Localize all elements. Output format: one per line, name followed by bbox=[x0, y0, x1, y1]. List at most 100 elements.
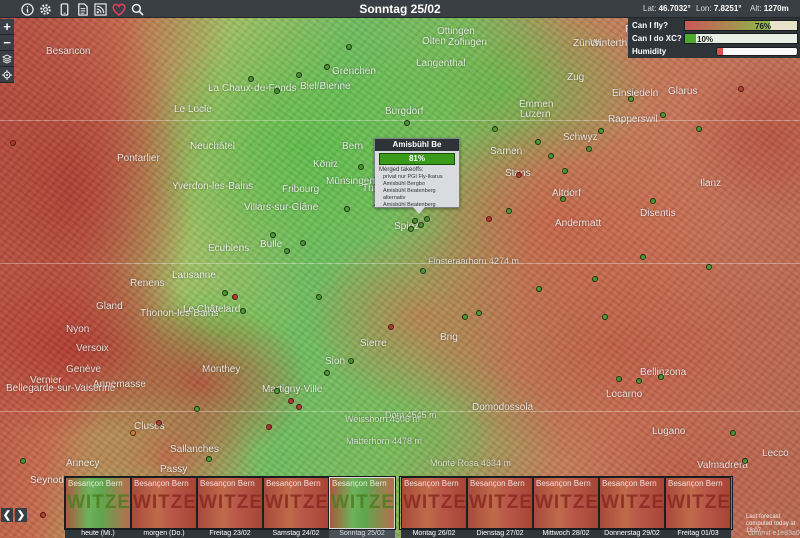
takeoff-site-marker[interactable] bbox=[324, 64, 330, 70]
thumbnail-watermark: WITZE bbox=[666, 492, 731, 513]
takeoff-site-marker[interactable] bbox=[562, 168, 568, 174]
zoom-in-button[interactable]: + bbox=[0, 19, 14, 35]
rss-feed-icon[interactable] bbox=[93, 2, 107, 16]
takeoff-site-marker[interactable] bbox=[324, 370, 330, 376]
takeoff-site-marker[interactable] bbox=[636, 378, 642, 384]
takeoff-site-marker[interactable] bbox=[284, 248, 290, 254]
takeoff-site-marker[interactable] bbox=[20, 458, 26, 464]
takeoff-site-marker[interactable] bbox=[640, 254, 646, 260]
takeoff-site-marker[interactable] bbox=[274, 88, 280, 94]
timeline-day[interactable]: Besançon Bern WITZE heute (Mi.) bbox=[65, 476, 131, 538]
takeoff-site-marker[interactable] bbox=[616, 376, 622, 382]
takeoff-site-marker[interactable] bbox=[274, 388, 280, 394]
locate-button[interactable] bbox=[0, 67, 14, 83]
takeoff-site-marker[interactable] bbox=[462, 314, 468, 320]
takeoff-site-marker[interactable] bbox=[288, 398, 294, 404]
takeoff-site-marker[interactable] bbox=[194, 406, 200, 412]
timeline-day[interactable]: Besançon Bern WITZE morgen (Do.) bbox=[131, 476, 197, 538]
takeoff-site-marker[interactable] bbox=[535, 139, 541, 145]
takeoff-site-marker[interactable] bbox=[232, 294, 238, 300]
day-label: Freitag 23/02 bbox=[197, 530, 263, 538]
takeoff-site-marker[interactable] bbox=[296, 404, 302, 410]
forecast-map[interactable]: Besancon Ottingen Olten Zofingen Langent… bbox=[0, 18, 800, 538]
timeline-day[interactable]: Besançon Bern WITZE Freitag 23/02 bbox=[197, 476, 263, 538]
takeoff-site-marker[interactable] bbox=[650, 198, 656, 204]
takeoff-site-marker[interactable] bbox=[602, 314, 608, 320]
takeoff-site-marker[interactable] bbox=[548, 153, 554, 159]
timeline-day-selected[interactable]: Besançon Bern WITZE Sonntag 25/02 bbox=[329, 476, 395, 538]
timeline-day[interactable]: Besançon Bern WITZE Donnerstag 29/02 bbox=[599, 476, 665, 538]
takeoff-site-marker[interactable] bbox=[486, 216, 492, 222]
takeoff-site-marker[interactable] bbox=[316, 294, 322, 300]
map-grid-line bbox=[0, 263, 800, 264]
takeoff-site-marker[interactable] bbox=[730, 430, 736, 436]
layers-button[interactable] bbox=[0, 51, 14, 67]
search-icon[interactable] bbox=[130, 2, 144, 16]
heart-icon[interactable] bbox=[112, 2, 126, 16]
takeoff-site-marker[interactable] bbox=[240, 308, 246, 314]
phone-icon[interactable] bbox=[57, 2, 71, 16]
zoom-out-button[interactable]: − bbox=[0, 35, 14, 51]
map-place-label: Sion bbox=[325, 356, 346, 367]
timeline-day[interactable]: Besançon Bern WITZE Freitag 01/03 bbox=[665, 476, 731, 538]
takeoff-site-marker[interactable] bbox=[300, 240, 306, 246]
takeoff-site-marker[interactable] bbox=[536, 286, 542, 292]
takeoff-site-marker[interactable] bbox=[248, 76, 254, 82]
takeoff-site-marker[interactable] bbox=[628, 96, 634, 102]
takeoff-site-marker[interactable] bbox=[696, 126, 702, 132]
takeoff-site-marker[interactable] bbox=[10, 140, 16, 146]
takeoff-site-marker[interactable] bbox=[344, 206, 350, 212]
takeoff-site-marker[interactable] bbox=[346, 44, 352, 50]
settings-gear-icon[interactable] bbox=[38, 2, 52, 16]
takeoff-site-marker[interactable] bbox=[476, 310, 482, 316]
takeoff-site-marker[interactable] bbox=[266, 424, 272, 430]
can-i-fly-bar: 76% bbox=[684, 20, 798, 31]
takeoff-site-marker[interactable] bbox=[388, 324, 394, 330]
info-icon[interactable] bbox=[20, 2, 34, 16]
takeoff-site-marker[interactable] bbox=[296, 72, 302, 78]
takeoff-site-marker[interactable] bbox=[358, 164, 364, 170]
takeoff-site-marker[interactable] bbox=[420, 268, 426, 274]
timeline-next-button[interactable]: ❯ bbox=[15, 508, 27, 522]
takeoff-site-marker[interactable] bbox=[492, 126, 498, 132]
timeline-day[interactable]: Besançon Bern WITZE Montag 26/02 bbox=[401, 476, 467, 538]
takeoff-site-marker[interactable] bbox=[156, 420, 162, 426]
takeoff-site-marker[interactable] bbox=[348, 358, 354, 364]
timeline-day[interactable]: Besançon Bern WITZE Mittwoch 28/02 bbox=[533, 476, 599, 538]
takeoff-site-marker[interactable] bbox=[408, 226, 414, 232]
takeoff-site-marker[interactable] bbox=[270, 232, 276, 238]
timeline-day[interactable]: Besançon Bern WITZE Samstag 24/02 bbox=[263, 476, 329, 538]
takeoff-site-marker[interactable] bbox=[424, 216, 430, 222]
timeline-prev-button[interactable]: ❮ bbox=[1, 508, 13, 522]
takeoff-site-marker[interactable] bbox=[516, 172, 522, 178]
map-place-label: Passy bbox=[160, 464, 188, 475]
takeoff-site-marker[interactable] bbox=[742, 458, 748, 464]
takeoff-site-marker[interactable] bbox=[660, 112, 666, 118]
takeoff-site-marker[interactable] bbox=[404, 120, 410, 126]
map-place-label: Lugano bbox=[652, 426, 686, 437]
timeline-day[interactable]: Besançon Bern WITZE Dienstag 27/02 bbox=[467, 476, 533, 538]
takeoff-site-marker[interactable] bbox=[560, 196, 566, 202]
takeoff-site-marker[interactable] bbox=[412, 218, 418, 224]
takeoff-site-marker[interactable] bbox=[130, 430, 136, 436]
takeoff-site-marker[interactable] bbox=[598, 128, 604, 134]
takeoff-site-marker[interactable] bbox=[586, 146, 592, 152]
takeoff-site-marker[interactable] bbox=[706, 264, 712, 270]
thumbnail-watermark: WITZE bbox=[264, 492, 329, 513]
map-controls: + − bbox=[0, 19, 14, 83]
takeoff-site-marker[interactable] bbox=[738, 86, 744, 92]
takeoff-site-marker[interactable] bbox=[592, 276, 598, 282]
takeoff-site-marker[interactable] bbox=[222, 290, 228, 296]
takeoff-popup[interactable]: Amisbühl Be 81% Merged takeoffs: privat … bbox=[374, 138, 460, 214]
takeoff-site-marker[interactable] bbox=[506, 208, 512, 214]
map-place-label: Monthey bbox=[202, 364, 241, 375]
can-i-do-xc-row: Can I do XC? 10% bbox=[628, 32, 800, 45]
map-place-label: Ottingen bbox=[437, 26, 475, 37]
document-icon[interactable] bbox=[75, 2, 89, 16]
takeoff-site-marker[interactable] bbox=[658, 374, 664, 380]
map-place-label: Langenthal bbox=[416, 58, 466, 69]
takeoff-site-marker[interactable] bbox=[206, 456, 212, 462]
map-place-label: La Chaux-de-Fonds bbox=[208, 83, 297, 94]
map-grid-line bbox=[0, 120, 800, 121]
takeoff-site-marker[interactable] bbox=[418, 222, 424, 228]
